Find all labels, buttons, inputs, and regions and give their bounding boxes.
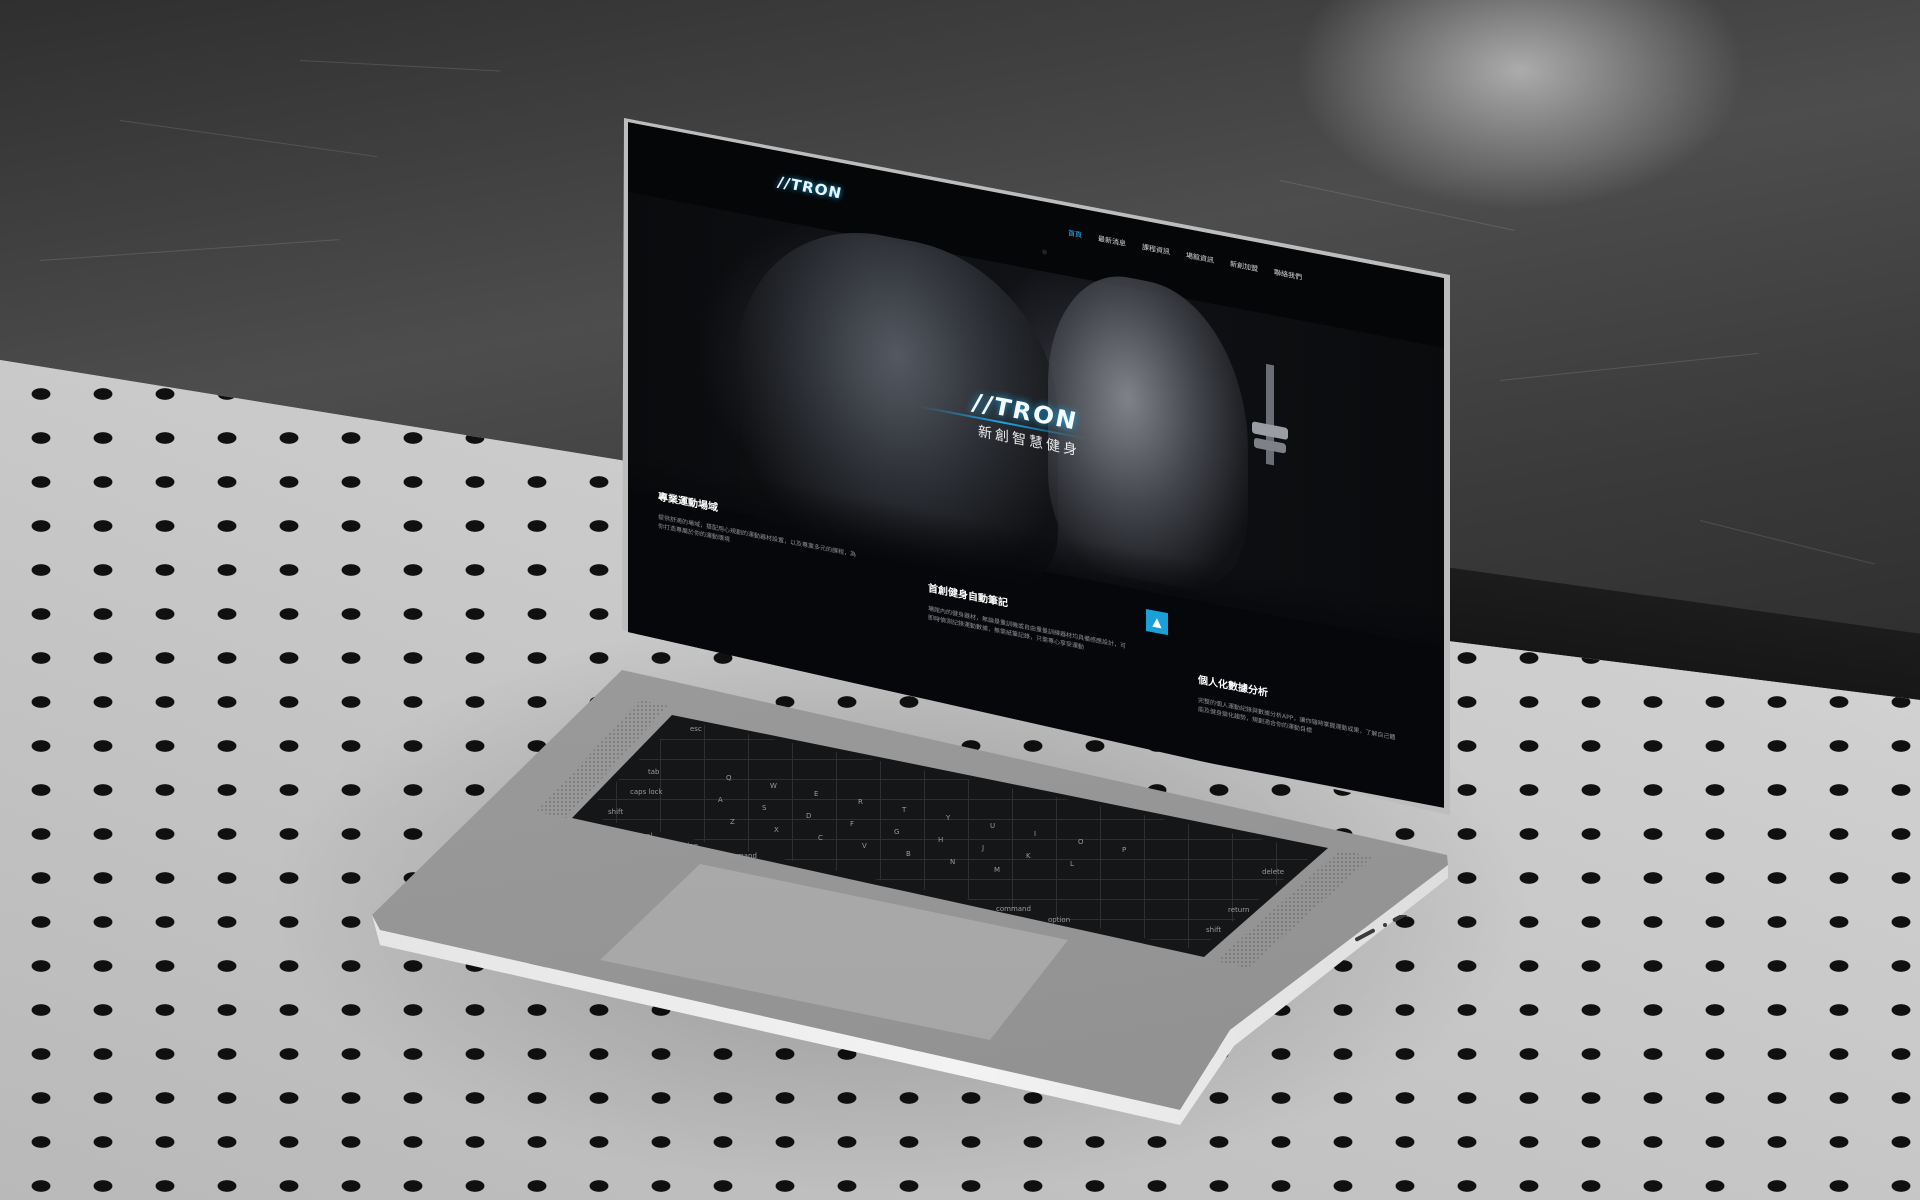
key-z: Z: [730, 818, 735, 826]
key-g: G: [894, 828, 900, 836]
key-return: return: [1228, 906, 1250, 914]
key-delete: delete: [1262, 868, 1285, 876]
key-o: O: [1078, 838, 1084, 846]
key-command-right: command: [996, 905, 1031, 913]
key-s: S: [762, 804, 767, 812]
key-e: E: [814, 790, 819, 798]
key-a: A: [718, 796, 723, 804]
flame-icon: ▲: [1146, 608, 1168, 636]
nav-item-contact[interactable]: 聯絡我們: [1274, 267, 1302, 282]
wall-scratch: [1279, 180, 1515, 231]
key-t: T: [902, 806, 907, 814]
key-x: X: [774, 826, 779, 834]
key-w: W: [770, 782, 777, 790]
key-n: N: [950, 858, 956, 866]
nav-item-venues[interactable]: 場館資訊: [1186, 251, 1214, 266]
key-y: Y: [946, 814, 951, 822]
key-i: I: [1034, 830, 1037, 838]
key-l: L: [1070, 860, 1074, 868]
key-r: R: [858, 798, 863, 806]
key-command-left: command: [722, 852, 757, 860]
key-esc: esc: [690, 725, 702, 733]
key-u: U: [990, 822, 996, 830]
nav-item-franchise[interactable]: 新創加盟: [1230, 259, 1258, 274]
key-k: K: [1026, 852, 1031, 860]
key-option-right: option: [1048, 916, 1071, 924]
camera-notch: [1042, 249, 1047, 256]
key-h: H: [938, 836, 944, 844]
key-p: P: [1122, 846, 1127, 854]
key-shift-left: shift: [608, 808, 624, 816]
wall-scratch: [1499, 352, 1759, 381]
key-v: V: [862, 842, 867, 850]
site-logo[interactable]: //TRON: [778, 173, 842, 203]
wall-scratch: [119, 120, 378, 158]
key-j: J: [982, 844, 985, 852]
dumbbell-image: [1252, 363, 1288, 466]
nav-item-courses[interactable]: 課程資訊: [1142, 242, 1170, 257]
nav-item-home[interactable]: 首頁: [1068, 228, 1082, 241]
key-f: F: [850, 820, 855, 828]
side-ports: [1355, 915, 1408, 942]
wall-scratch: [299, 60, 500, 72]
key-control: control: [628, 832, 653, 840]
key-tab: tab: [648, 768, 660, 776]
key-d: D: [806, 812, 812, 820]
key-m: M: [994, 866, 1001, 874]
nav-item-news[interactable]: 最新消息: [1098, 234, 1126, 249]
key-shift-right: shift: [1206, 926, 1222, 934]
key-c: C: [818, 834, 823, 842]
key-option-left: option: [676, 842, 699, 850]
wall-scratch: [1699, 520, 1875, 565]
wall-scratch: [39, 239, 340, 261]
key-b: B: [906, 850, 911, 858]
key-q: Q: [726, 774, 732, 782]
key-caps-lock: caps lock: [630, 788, 663, 796]
